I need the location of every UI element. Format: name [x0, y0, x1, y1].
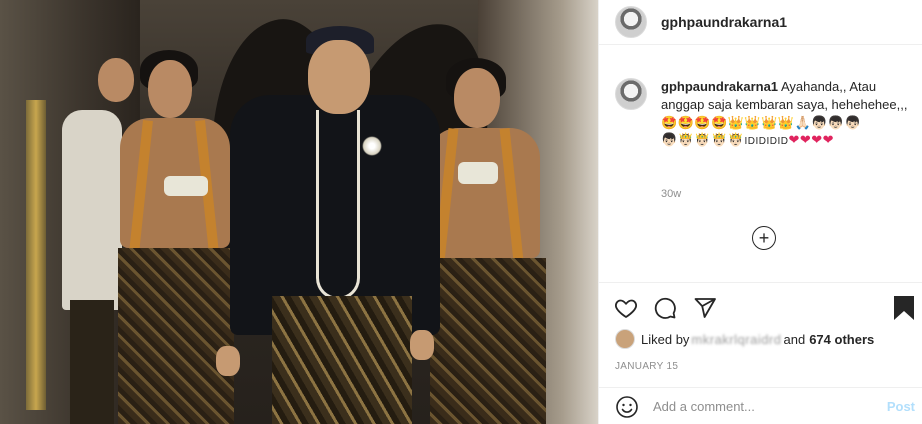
post-header: gphpaundrakarna1	[599, 0, 922, 45]
instagram-post: gphpaundrakarna1 gphpaundrakarna1 Ayahan…	[0, 0, 922, 424]
save-button[interactable]	[891, 295, 917, 321]
liker-avatar[interactable]	[615, 329, 635, 349]
post-caption: gphpaundrakarna1 Ayahanda,, Atau anggap …	[615, 78, 911, 150]
caption-emoji-text: IDIDIDID	[744, 136, 789, 147]
author-avatar[interactable]	[615, 6, 647, 38]
comment-bar: Post	[599, 387, 922, 424]
likes-connector: and	[783, 331, 806, 347]
share-button[interactable]	[692, 295, 718, 321]
comment-button[interactable]	[652, 295, 678, 321]
caption-time-ago[interactable]: 30w	[661, 188, 681, 200]
photo-pillar	[26, 100, 46, 410]
post-actions-section: Liked by mkrakrlqraidrd and 674 others J…	[599, 282, 922, 424]
liker-username[interactable]: mkrakrlqraidrd	[691, 332, 781, 347]
caption-username[interactable]: gphpaundrakarna1	[661, 79, 778, 94]
comment-input[interactable]	[653, 399, 873, 414]
emoji-picker-button[interactable]	[615, 395, 639, 419]
emoji-icon	[616, 395, 638, 418]
comment-icon	[654, 297, 676, 319]
caption-emoji-line-2: 👦🏻🤴🏻🤴🏻🤴🏻🤴🏻IDIDIDID❤❤❤❤	[661, 131, 911, 150]
post-side-panel: gphpaundrakarna1 gphpaundrakarna1 Ayahan…	[598, 0, 922, 424]
author-username[interactable]: gphpaundrakarna1	[661, 14, 787, 30]
caption-avatar[interactable]	[615, 78, 647, 110]
likes-others-link[interactable]: 674 others	[809, 332, 874, 347]
caption-emoji-faces: 👦🏻🤴🏻🤴🏻🤴🏻🤴🏻	[661, 132, 745, 147]
likes-summary: Liked by mkrakrlqraidrd and 674 others	[615, 329, 874, 349]
caption-emoji-line-1: 🤩🤩🤩🤩👑👑👑👑🙏🏻👦🏻👦🏻👦🏻	[661, 115, 862, 130]
post-date[interactable]: JANUARY 15	[615, 361, 678, 372]
likes-prefix: Liked by	[641, 331, 690, 347]
share-icon	[694, 298, 716, 318]
caption-text-block: gphpaundrakarna1 Ayahanda,, Atau anggap …	[661, 78, 911, 150]
caption-emoji-hearts: ❤❤❤❤	[788, 132, 835, 147]
plus-circle-icon: +	[758, 228, 770, 248]
post-photo[interactable]	[0, 0, 598, 424]
post-comment-button[interactable]: Post	[887, 399, 915, 414]
heart-icon	[615, 299, 637, 318]
like-button[interactable]	[613, 295, 639, 321]
load-more-comments-button[interactable]: +	[752, 226, 776, 250]
bookmark-icon	[894, 296, 914, 320]
